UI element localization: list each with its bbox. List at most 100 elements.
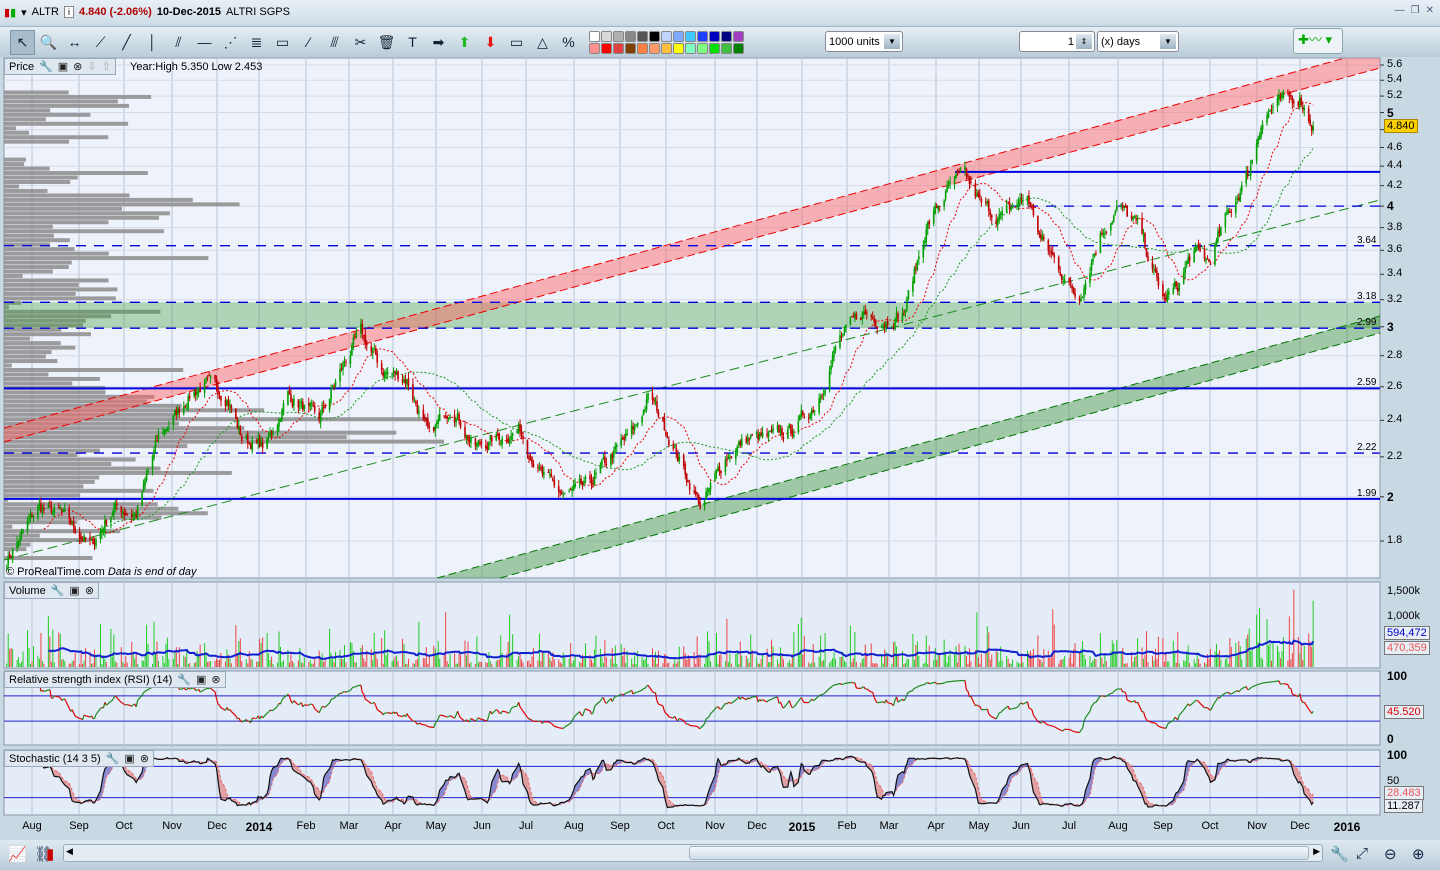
volume-profile-bar [4, 448, 100, 453]
candle-body [241, 436, 243, 441]
candle-body [489, 435, 492, 440]
candle-body [1123, 205, 1125, 209]
candle-body [361, 324, 364, 334]
candle-body [479, 442, 481, 444]
volume-profile-bar [4, 135, 109, 140]
wrench-icon[interactable]: 🔧 [51, 584, 65, 597]
candle-body [312, 404, 315, 406]
move-up-icon[interactable]: ⇧ [102, 60, 111, 73]
candle-body [620, 439, 623, 446]
close-panel-icon[interactable]: ⊗ [140, 752, 149, 765]
candle-body [807, 417, 810, 419]
zoom-out-icon[interactable]: ⊖ [1384, 845, 1397, 863]
candle-body [729, 457, 731, 459]
candle-body [185, 408, 188, 410]
candle-body [324, 405, 326, 409]
level-label: 3.64 [1357, 234, 1377, 246]
window-icon[interactable]: ▣ [124, 752, 134, 765]
chart-export-icon[interactable]: 📈 [8, 845, 27, 863]
candle-body [578, 478, 581, 483]
close-panel-icon[interactable]: ⊗ [73, 60, 82, 73]
rsi-segment [877, 701, 882, 704]
last-price-tag: 4.840 [1384, 119, 1418, 133]
candle-body [955, 173, 957, 179]
candle-body [717, 467, 719, 471]
candle-body [589, 475, 591, 480]
candle-body [49, 503, 51, 505]
window-icon[interactable]: ▣ [58, 60, 68, 73]
price-tick: 5.6 [1387, 58, 1403, 70]
window-icon[interactable]: ▣ [196, 673, 206, 686]
candle-body [653, 399, 655, 402]
candle [1214, 243, 1216, 267]
wrench-icon[interactable]: 🔧 [106, 752, 120, 765]
candle-body [614, 446, 617, 450]
volume-tick: 1,000k [1387, 610, 1421, 622]
close-panel-icon[interactable]: ⊗ [85, 584, 94, 597]
candle-body [1266, 115, 1268, 123]
scrollbar-thumb[interactable] [689, 846, 1309, 860]
candle-body [749, 435, 752, 438]
candle-body [897, 313, 899, 320]
volume-profile-bar [4, 368, 184, 372]
candle-body [310, 402, 313, 404]
rsi-segment [1250, 686, 1253, 689]
candle-body [635, 424, 637, 426]
price-tick: 3.4 [1387, 267, 1403, 280]
candle-body [465, 435, 468, 439]
rsi-segment [818, 694, 821, 697]
settings-icon[interactable]: 🔧 [1330, 845, 1349, 863]
zoom-in-icon[interactable]: ⊕ [1412, 845, 1425, 863]
wrench-icon[interactable]: 🔧 [177, 673, 191, 686]
candle-body [495, 433, 498, 441]
volume-tick: 1,500k [1387, 585, 1421, 597]
volume-profile-bar [4, 126, 16, 131]
scroll-left-icon[interactable]: ◀ [66, 846, 73, 857]
candle-body [165, 429, 167, 432]
candle-body [1249, 165, 1252, 176]
move-down-icon[interactable]: ⇩ [87, 60, 96, 73]
candle-body [1293, 101, 1295, 104]
candle-body [235, 408, 237, 419]
volume-profile-bar [4, 274, 23, 278]
candle-body [842, 333, 844, 336]
wrench-icon[interactable]: 🔧 [39, 60, 53, 73]
rsi-panel-label: Relative strength index (RSI) (14) [9, 673, 173, 686]
candle-body [1168, 291, 1170, 295]
x-axis-label: Mar [879, 820, 899, 832]
candle-body [912, 281, 914, 292]
close-panel-icon[interactable]: ⊗ [211, 673, 220, 686]
rsi-segment [829, 686, 832, 689]
volume-profile-bar [4, 511, 208, 516]
horizontal-scrollbar[interactable]: ◀ ▶ [63, 844, 1323, 862]
candle-body [797, 421, 800, 433]
scroll-right-icon[interactable]: ▶ [1313, 846, 1320, 857]
candle [778, 424, 780, 434]
candle-body [120, 506, 123, 512]
candle-body [281, 409, 283, 421]
zoom-fit-icon[interactable]: ⤢ [1356, 845, 1368, 862]
rsi-segment [146, 689, 149, 691]
volume-profile-bar [4, 175, 78, 180]
candle-body [458, 414, 460, 421]
volume-profile-bar [4, 484, 84, 489]
candle-body [708, 487, 710, 493]
chart-area[interactable] [0, 0, 1440, 840]
candle-body [615, 444, 618, 447]
rsi-segment [821, 693, 824, 696]
candle [235, 408, 237, 420]
candle-body [279, 419, 282, 421]
chart-type-icon[interactable]: ▮ [46, 845, 54, 863]
candle-body [443, 415, 445, 417]
candle-body [227, 399, 230, 406]
rsi-segment [446, 715, 449, 718]
volume-profile-bar [4, 224, 53, 229]
window-icon[interactable]: ▣ [69, 584, 79, 597]
candle-body [601, 459, 603, 466]
candle-body [136, 505, 139, 517]
volume-profile-bar [4, 466, 161, 471]
candle-body [1196, 245, 1198, 247]
volume-profile-bar [4, 99, 118, 104]
candle-body [1188, 256, 1191, 261]
candle-body [1020, 197, 1023, 199]
